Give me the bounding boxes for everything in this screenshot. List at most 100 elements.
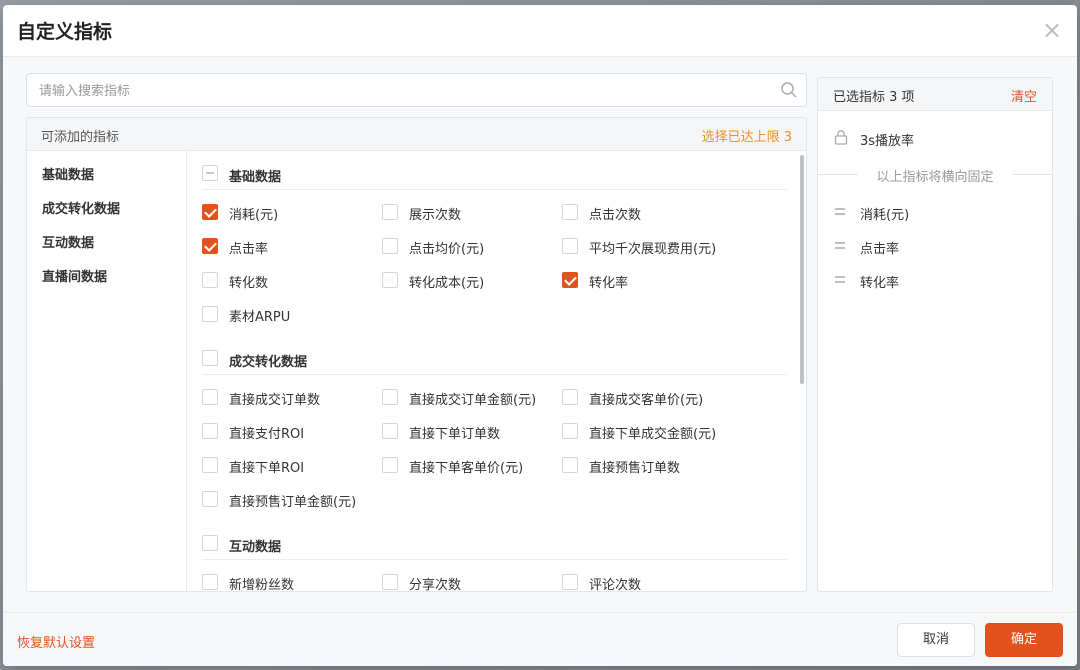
metric-label: 直接下单订单数 [409,427,501,442]
selected-metric-label: 点击率 [860,242,900,257]
section-conversion: 成交转化数据 [202,341,787,375]
dialog-footer: 恢复默认设置 取消 确定 [3,612,1077,666]
section-title: 基础数据 [229,170,282,185]
metric-label: 直接成交订单金额(元) [409,393,537,408]
checkbox[interactable] [382,238,398,254]
checkbox[interactable] [562,238,578,254]
metric-option[interactable]: 转化数 [202,270,382,291]
selected-metrics-header: 已选指标 3 项 清空 [818,78,1052,111]
selected-metric-item[interactable]: 点击率 [833,236,1033,257]
drag-handle-icon[interactable] [835,242,845,249]
selected-metric-item[interactable]: 转化率 [833,270,1033,291]
reset-default-link[interactable]: 恢复默认设置 [17,632,95,651]
metric-option[interactable]: 直接下单订单数 [382,421,562,442]
checkbox[interactable] [562,423,578,439]
section-header: 基础数据 [202,156,787,190]
metric-option[interactable]: 消耗(元) [202,202,382,223]
metric-option[interactable]: 直接下单ROI [202,455,382,476]
metric-option[interactable]: 点击次数 [562,202,742,223]
metric-option[interactable]: 直接下单成交金额(元) [562,421,742,442]
metric-label: 点击次数 [589,208,642,223]
metric-option[interactable]: 点击率 [202,236,382,257]
metric-option[interactable]: 新增粉丝数 [202,572,382,591]
section-checkbox[interactable] [202,535,218,551]
section-header: 成交转化数据 [202,341,787,375]
checkbox[interactable] [382,423,398,439]
close-icon[interactable]: × [1041,18,1063,42]
search-input[interactable] [39,81,759,101]
divider-line-left [818,174,858,175]
checkbox-checked[interactable] [562,272,578,288]
metric-option[interactable]: 点击均价(元) [382,236,562,257]
fixed-metric-item: 3s播放率 [833,128,1033,149]
metric-option[interactable]: 直接预售订单数 [562,455,742,476]
confirm-button[interactable]: 确定 [985,623,1063,657]
checkbox[interactable] [202,423,218,439]
section-title: 成交转化数据 [229,355,308,370]
metric-option[interactable]: 直接成交客单价(元) [562,387,742,408]
metric-option[interactable]: 素材ARPU [202,304,382,325]
checkbox[interactable] [382,389,398,405]
category-interaction[interactable]: 互动数据 [42,232,94,251]
search-icon[interactable] [780,81,798,99]
section-checkbox[interactable] [202,165,218,181]
metric-label: 直接成交客单价(元) [589,393,704,408]
clear-button[interactable]: 清空 [1011,86,1037,105]
divider-line-right [1012,174,1052,175]
metric-option[interactable]: 分享次数 [382,572,562,591]
metric-label: 直接预售订单数 [589,461,681,476]
available-metrics-title: 可添加的指标 [41,130,120,145]
metric-option[interactable]: 直接成交订单金额(元) [382,387,562,408]
checkbox[interactable] [562,204,578,220]
metric-option[interactable]: 直接预售订单金额(元) [202,489,382,510]
checkbox[interactable] [562,389,578,405]
metric-label: 点击率 [229,242,269,257]
drag-handle-icon[interactable] [835,208,845,215]
metric-option[interactable]: 转化率 [562,270,742,291]
metric-label: 转化率 [589,276,629,291]
checkbox[interactable] [562,574,578,590]
fixed-divider: 以上指标将横向固定 [818,164,1052,185]
available-metrics-panel: 可添加的指标 选择已达上限 3 基础数据 成交转化数据 互动数据 直播间数据 基… [26,117,807,592]
metric-option[interactable]: 展示次数 [382,202,562,223]
cancel-button[interactable]: 取消 [897,623,975,657]
checkbox[interactable] [202,272,218,288]
category-conversion[interactable]: 成交转化数据 [42,198,120,217]
selected-metric-item[interactable]: 消耗(元) [833,202,1033,223]
section-header: 互动数据 [202,526,787,560]
checkbox[interactable] [382,272,398,288]
metric-option[interactable]: 直接支付ROI [202,421,382,442]
category-live-room[interactable]: 直播间数据 [42,266,107,285]
selected-metric-label: 转化率 [860,276,900,291]
drag-handle-icon[interactable] [835,276,845,283]
checkbox-checked[interactable] [202,238,218,254]
custom-metrics-dialog: 自定义指标 × 可添加的指标 选择已达上限 3 基础数据 成交转化数据 互动数据… [3,5,1077,666]
section-checkbox[interactable] [202,350,218,366]
metric-option[interactable]: 转化成本(元) [382,270,562,291]
checkbox[interactable] [202,574,218,590]
available-metrics-header: 可添加的指标 选择已达上限 3 [27,118,806,151]
metric-label: 素材ARPU [229,310,291,325]
metric-label: 转化成本(元) [409,276,485,291]
section-basic: 基础数据 [202,156,787,190]
checkbox[interactable] [202,389,218,405]
metric-label: 直接支付ROI [229,427,305,442]
metric-option[interactable]: 直接下单客单价(元) [382,455,562,476]
category-basic[interactable]: 基础数据 [42,164,94,183]
metric-label: 展示次数 [409,208,462,223]
checkbox[interactable] [382,457,398,473]
metric-option[interactable]: 评论次数 [562,572,742,591]
checkbox[interactable] [202,491,218,507]
metric-option[interactable]: 直接成交订单数 [202,387,382,408]
checkbox[interactable] [202,306,218,322]
metric-option[interactable]: 平均千次展现费用(元) [562,236,742,257]
metrics-list: 基础数据 消耗(元) 展示次数 点击次数 点击率 点击均价(元) 平均千次展现费… [188,151,806,591]
checkbox[interactable] [382,574,398,590]
checkbox[interactable] [382,204,398,220]
checkbox[interactable] [562,457,578,473]
checkbox[interactable] [202,457,218,473]
metric-label: 直接下单成交金额(元) [589,427,717,442]
checkbox-checked[interactable] [202,204,218,220]
metric-label: 直接下单客单价(元) [409,461,524,476]
metrics-scrollbar[interactable] [800,155,804,384]
